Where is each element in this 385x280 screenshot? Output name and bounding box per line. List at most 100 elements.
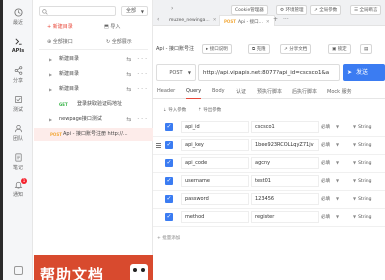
- nav-notes[interactable]: 笔记: [3, 153, 33, 171]
- save-icon-button[interactable]: ▤: [360, 44, 373, 54]
- api-title: Api - 接口账号注: [156, 46, 194, 52]
- tab-header[interactable]: Header: [157, 88, 175, 94]
- param-value-input[interactable]: 1bee923RCOLLqyZ71jv: [251, 139, 319, 151]
- settings-square-icon[interactable]: [14, 266, 23, 275]
- param-required-select[interactable]: 必填 ▼: [321, 142, 339, 148]
- nav-test[interactable]: 测试: [3, 95, 33, 113]
- global-assert-button[interactable]: ☰ 全局断言: [350, 5, 382, 15]
- param-name-input[interactable]: api_code: [181, 157, 249, 169]
- param-name-input[interactable]: method: [181, 211, 249, 223]
- plus-icon[interactable]: +: [273, 16, 278, 23]
- tree-folder[interactable]: ▶ newpage接口测试 ⇆ ···: [39, 113, 151, 126]
- tab-muzee[interactable]: muzee_newinga... ✕: [165, 15, 220, 26]
- param-checkbox[interactable]: ✓: [165, 195, 173, 203]
- export-params-button[interactable]: ⇡ 导出参数: [198, 107, 221, 113]
- nav-notifications[interactable]: 1 通知: [3, 178, 33, 198]
- param-value-input[interactable]: register: [251, 211, 319, 223]
- param-required-select[interactable]: 必填 ▼: [321, 124, 339, 130]
- param-value-input[interactable]: 123456: [251, 193, 319, 205]
- tree-api-item[interactable]: GET 登录获取验证码地址: [39, 98, 151, 111]
- import-button[interactable]: ⬒ 导入: [104, 23, 120, 31]
- param-type-select[interactable]: ▼ String: [353, 160, 372, 166]
- nav-share[interactable]: 分享: [3, 66, 33, 84]
- cookie-manager-button[interactable]: Cookie管理器: [231, 5, 268, 15]
- tree-folder[interactable]: ▶ 新建目录 ⇆ ···: [39, 53, 151, 66]
- param-required-select[interactable]: 必填 ▼: [321, 196, 339, 202]
- ellipsis-icon[interactable]: ···: [283, 16, 289, 23]
- tab-mock[interactable]: Mock 服务: [327, 88, 352, 95]
- tab-auth[interactable]: 认证: [236, 88, 246, 95]
- tab-query[interactable]: Query: [186, 88, 202, 99]
- tab-pre-script[interactable]: 预执行脚本: [257, 88, 282, 95]
- param-checkbox[interactable]: ✓: [165, 177, 173, 185]
- show-all-button[interactable]: ↻ 全部展示: [106, 38, 132, 46]
- icon-sidebar: 最近 APIs 分享 测试 团队 笔记 1 通知: [3, 0, 33, 280]
- param-type-select[interactable]: ▼ String: [353, 214, 372, 220]
- tree-search-input[interactable]: [39, 6, 116, 16]
- param-value-input[interactable]: agcny: [251, 157, 319, 169]
- tab-api-active[interactable]: POST Api - 接口... ✕: [219, 15, 275, 26]
- global-params-button[interactable]: ↗ 全局参数: [310, 5, 342, 15]
- param-type-select[interactable]: ▼ String: [353, 142, 372, 148]
- folder-actions[interactable]: ⇆ ···: [126, 53, 149, 66]
- param-type-value: String: [358, 197, 372, 202]
- param-type-select[interactable]: ▼ String: [353, 196, 372, 202]
- url-input[interactable]: http://api.vipapis.net:8077?api_id=cscsc…: [198, 64, 340, 81]
- param-checkbox[interactable]: ✓: [165, 213, 173, 221]
- notification-badge: 1: [21, 178, 27, 184]
- tree-filter-dropdown[interactable]: 全部 ▼: [121, 6, 148, 16]
- param-type-select[interactable]: ▼ String: [353, 124, 372, 130]
- param-name-input[interactable]: password: [181, 193, 249, 205]
- all-apis-button[interactable]: ⊕ 全部接口: [47, 38, 73, 46]
- tree-api-item-selected[interactable]: POST Api - 接口账号注册 http://...: [34, 128, 153, 141]
- share-doc-button[interactable]: ↗ 分享文档: [280, 44, 312, 54]
- new-folder-button[interactable]: + 新建目录: [47, 23, 73, 31]
- import-params-button[interactable]: ⇣ 导入参数: [163, 107, 186, 113]
- param-type-select[interactable]: ▼ String: [353, 178, 372, 184]
- close-icon[interactable]: ✕: [266, 20, 270, 25]
- search-icon: [42, 9, 48, 15]
- param-name-input[interactable]: username: [181, 175, 249, 187]
- chevron-left-icon[interactable]: ‹: [157, 16, 159, 23]
- env-manager-button[interactable]: ⚙ 环境管理: [276, 5, 308, 15]
- send-button[interactable]: ➤ 发送: [343, 64, 385, 81]
- param-type-value: String: [358, 125, 372, 130]
- share-doc-label: 分享文档: [289, 47, 308, 52]
- param-name-input[interactable]: api_key: [181, 139, 249, 151]
- table-row: ✓ api_key 1bee923RCOLLqyZ71jv 必填 ▼ ▼ Strin…: [153, 137, 385, 155]
- folder-actions[interactable]: ⇆ ···: [126, 68, 149, 81]
- tab-body[interactable]: Body: [212, 88, 225, 94]
- param-checkbox[interactable]: ✓: [165, 159, 173, 167]
- chevron-right-icon[interactable]: ›: [171, 5, 173, 12]
- param-checkbox[interactable]: ✓: [165, 141, 173, 149]
- param-type-value: String: [358, 143, 372, 148]
- batch-add-button[interactable]: + 批量添加: [157, 235, 180, 241]
- http-method-select[interactable]: POST ▼: [156, 64, 196, 81]
- param-checkbox[interactable]: ✓: [165, 123, 173, 131]
- drag-handle-icon[interactable]: [156, 143, 161, 148]
- tree-folder[interactable]: ▶ 新建目录 ⇆ ···: [39, 68, 151, 81]
- tab-post-script[interactable]: 后执行脚本: [292, 88, 317, 95]
- import-params-label: 导入参数: [168, 108, 187, 113]
- chevron-right-icon: ▶: [49, 57, 53, 62]
- tree-folder[interactable]: ▶ 新建目录 ⇆ ···: [39, 83, 151, 96]
- api-doc-button[interactable]: ▸ 接口说明: [202, 44, 232, 54]
- lock-button[interactable]: ▣ 锁定: [328, 44, 351, 54]
- api-header-bar: Api - 接口账号注 ▸ 接口说明 ⧉ 克隆 ↗ 分享文档 ▣ 锁定 ▤: [153, 42, 385, 56]
- folder-actions[interactable]: ⇆ ···: [126, 83, 149, 96]
- param-required-select[interactable]: 必填 ▼: [321, 214, 339, 220]
- param-value-input[interactable]: cscsco1: [251, 121, 319, 133]
- nav-team[interactable]: 团队: [3, 124, 33, 142]
- help-docs-banner[interactable]: 帮助文档: [34, 255, 153, 280]
- nav-recent[interactable]: 最近: [3, 8, 33, 26]
- param-required-value: 必填: [321, 143, 330, 148]
- param-required-select[interactable]: 必填 ▼: [321, 160, 339, 166]
- close-icon[interactable]: ✕: [213, 18, 217, 23]
- param-value-input[interactable]: test01: [251, 175, 319, 187]
- folder-actions[interactable]: ⇆ ···: [126, 113, 149, 126]
- clone-button[interactable]: ⧉ 克隆: [248, 44, 270, 54]
- team-icon: [14, 124, 22, 133]
- param-required-select[interactable]: 必填 ▼: [321, 178, 339, 184]
- param-name-input[interactable]: api_id: [181, 121, 249, 133]
- nav-apis[interactable]: APIs: [3, 37, 33, 54]
